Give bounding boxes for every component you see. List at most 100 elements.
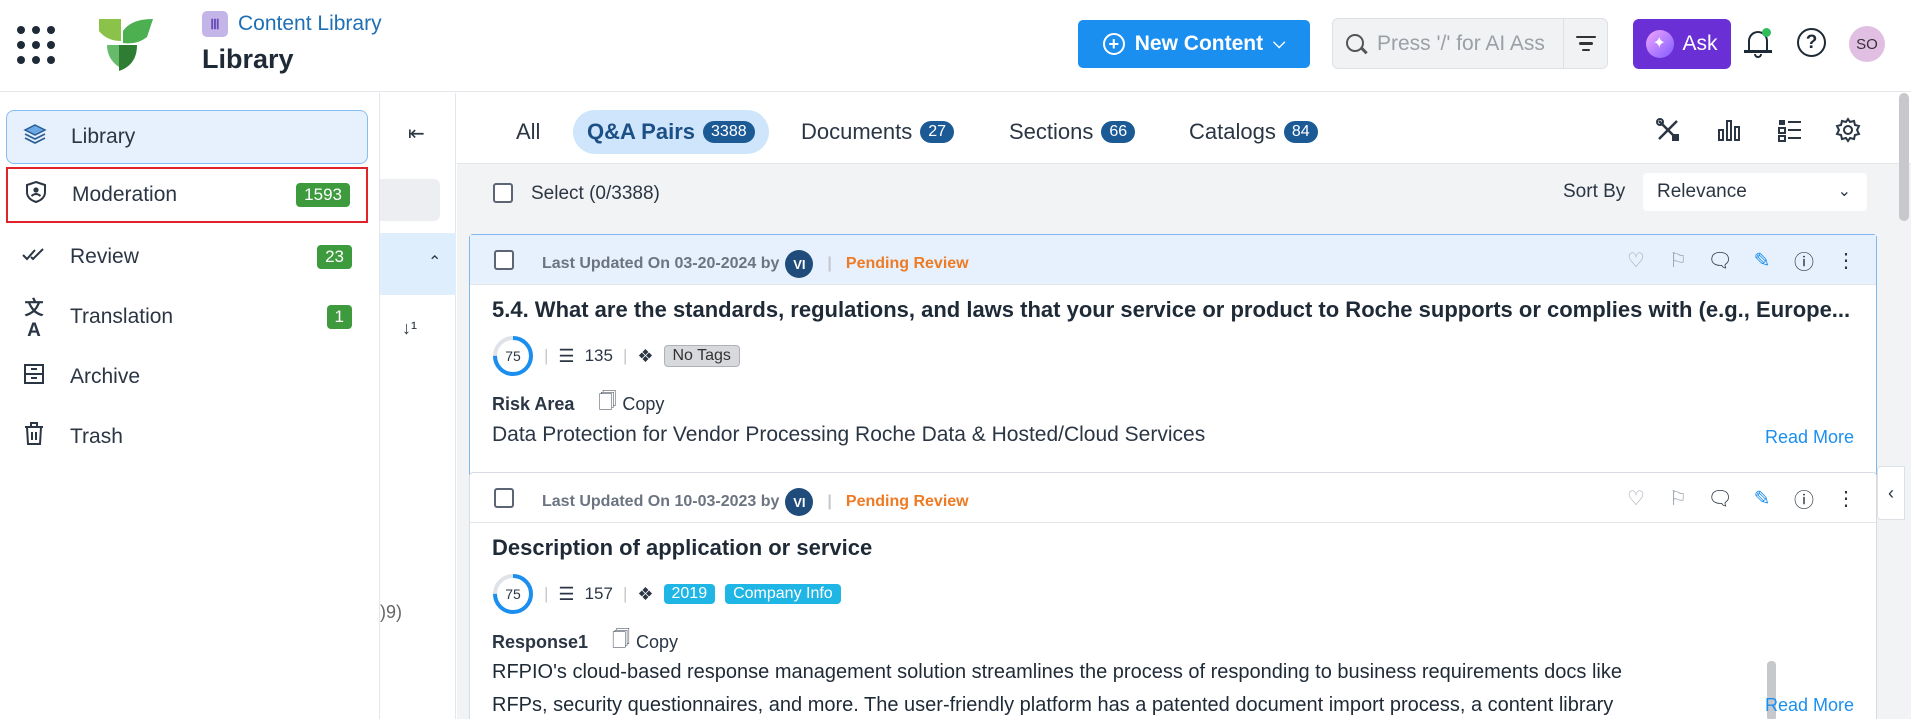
read-more-link[interactable]: Read More — [1765, 427, 1854, 448]
status-badge: Pending Review — [845, 255, 969, 272]
copy-icon: 🗍 — [598, 391, 617, 411]
card-meta: Last Updated On 03-20-2024 by VI | Pendi… — [542, 250, 969, 278]
last-updated-text: Last Updated On 03-20-2024 by — [542, 255, 780, 272]
filter-icon[interactable] — [1563, 19, 1607, 68]
answer-line: RFPIO's cloud-based response management … — [492, 661, 1622, 683]
comment-icon[interactable]: 🗨 — [1707, 248, 1732, 272]
ask-ai-button[interactable]: Ask — [1633, 19, 1731, 69]
card-actions: ♡ ⚐ 🗨 ✎ ⓘ ⋮ — [1624, 486, 1858, 512]
copy-button[interactable]: 🗍 Copy — [612, 627, 678, 657]
sort-select[interactable]: Relevance ⌄ — [1643, 173, 1867, 211]
sidebar-item-label: Translation — [70, 305, 174, 328]
card-meta: Last Updated On 10-03-2023 by VI | Pendi… — [542, 488, 969, 516]
heart-icon[interactable]: ♡ — [1624, 248, 1648, 272]
sidebar-item-label: Moderation — [72, 183, 178, 206]
tag-chip[interactable]: Company Info — [725, 584, 841, 604]
chevron-up-icon[interactable]: ⌃ — [428, 252, 441, 272]
sort-by-label: Sort By — [1563, 181, 1626, 202]
flag-icon[interactable]: ⚐ — [1666, 248, 1690, 272]
sparkle-icon — [1646, 30, 1675, 58]
more-vertical-icon[interactable]: ⋮ — [1834, 248, 1858, 272]
tab-documents[interactable]: Documents 27 — [787, 110, 968, 154]
field-name: Response1 — [492, 631, 589, 652]
question-title[interactable]: Description of application or service — [492, 535, 1862, 561]
layers-icon: ☰ — [558, 583, 575, 604]
settings-gear-icon[interactable] — [1835, 117, 1861, 143]
question-title[interactable]: 5.4. What are the standards, regulations… — [492, 297, 1862, 323]
breadcrumb-label[interactable]: Content Library — [238, 12, 382, 36]
heart-icon[interactable]: ♡ — [1624, 486, 1648, 510]
chevron-down-icon: ⌵ — [1273, 35, 1286, 52]
library-books-icon: Ⅲ — [202, 11, 228, 37]
main-scrollbar[interactable] — [1899, 93, 1909, 221]
new-content-button[interactable]: + New Content ⌵ — [1078, 20, 1310, 68]
sidebar-item-library[interactable]: Library — [6, 110, 368, 164]
status-badge: Pending Review — [845, 493, 969, 510]
usage-count: 135 — [584, 346, 613, 365]
tab-sections[interactable]: Sections 66 — [995, 110, 1149, 154]
sidebar-item-moderation[interactable]: Moderation 1593 — [6, 167, 368, 223]
sidebar-item-label: Library — [71, 125, 136, 148]
copy-button[interactable]: 🗍 Copy — [598, 389, 664, 419]
qa-card[interactable]: Last Updated On 10-03-2023 by VI | Pendi… — [469, 472, 1877, 719]
comment-icon[interactable]: 🗨 — [1707, 486, 1732, 510]
tab-qa-pairs[interactable]: Q&A Pairs 3388 — [573, 110, 769, 154]
list-view-icon[interactable] — [1777, 117, 1803, 143]
help-icon[interactable]: ? — [1797, 28, 1826, 57]
sidebar-item-review[interactable]: Review 23 — [6, 232, 368, 282]
flag-icon[interactable]: ⚐ — [1666, 486, 1690, 510]
sort-numeric-icon[interactable]: ↓¹ — [402, 318, 417, 339]
panel-selected-row[interactable] — [380, 233, 456, 295]
content-tabs: All Q&A Pairs 3388 Documents 27 Sections… — [457, 93, 1911, 164]
tab-all[interactable]: All — [502, 110, 554, 154]
answer-field-row: Risk Area 🗍 Copy — [492, 389, 664, 419]
answer-text: Data Protection for Vendor Processing Ro… — [492, 423, 1206, 446]
select-all-checkbox[interactable] — [493, 183, 513, 203]
sidebar-item-archive[interactable]: Archive — [6, 352, 368, 402]
count-badge: 1 — [326, 305, 352, 329]
app-logo[interactable] — [97, 17, 155, 73]
archive-icon — [20, 363, 48, 391]
sidebar-item-trash[interactable]: Trash — [6, 412, 368, 462]
tools-icon[interactable] — [1655, 117, 1681, 143]
double-check-icon — [20, 244, 48, 270]
breadcrumb[interactable]: Ⅲ Content Library — [202, 11, 382, 37]
edit-pen-icon[interactable]: ✎ — [1750, 486, 1774, 510]
score-ring: 75 — [492, 335, 534, 377]
card-checkbox[interactable] — [494, 250, 514, 270]
chevron-down-icon: ⌄ — [1837, 183, 1851, 200]
collapse-panel-icon[interactable]: ⇤ — [408, 121, 425, 146]
tab-catalogs[interactable]: Catalogs 84 — [1175, 110, 1332, 154]
sidebar-item-label: Archive — [70, 365, 141, 388]
notification-bell-icon[interactable] — [1743, 25, 1773, 61]
panel-search-field[interactable] — [380, 179, 440, 221]
edit-pen-icon[interactable]: ✎ — [1750, 248, 1774, 272]
tag-chip[interactable]: 2019 — [663, 584, 716, 604]
card-header: Last Updated On 03-20-2024 by VI | Pendi… — [470, 235, 1876, 285]
tab-label: Catalogs — [1189, 119, 1276, 144]
search-input[interactable] — [1377, 31, 1563, 56]
tab-label: Documents — [801, 119, 913, 144]
page-title: Library — [202, 44, 294, 74]
notification-dot — [1762, 28, 1771, 37]
card-checkbox[interactable] — [494, 488, 514, 508]
info-icon[interactable]: ⓘ — [1792, 248, 1816, 274]
more-vertical-icon[interactable]: ⋮ — [1834, 486, 1858, 510]
avatar[interactable]: SO — [1849, 26, 1885, 62]
sidebar-item-translation[interactable]: 文A Translation 1 — [6, 292, 368, 342]
chevron-left-icon[interactable]: ‹ — [1877, 466, 1905, 520]
user-avatar[interactable]: VI — [785, 250, 814, 278]
stack-icon — [21, 122, 49, 152]
plus-circle-icon: + — [1102, 33, 1125, 55]
info-icon[interactable]: ⓘ — [1792, 486, 1816, 512]
sidebar-item-label: Trash — [70, 425, 123, 448]
tab-count: 66 — [1101, 121, 1136, 143]
read-more-link[interactable]: Read More — [1765, 695, 1854, 716]
sort-value: Relevance — [1657, 181, 1747, 202]
user-avatar[interactable]: VI — [785, 488, 814, 516]
apps-grid-icon[interactable] — [17, 26, 57, 66]
tag-chip[interactable]: No Tags — [663, 345, 740, 367]
answer-text: RFPIO's cloud-based response management … — [492, 656, 1752, 719]
search-icon — [1343, 31, 1369, 57]
bar-chart-icon[interactable] — [1716, 117, 1742, 143]
